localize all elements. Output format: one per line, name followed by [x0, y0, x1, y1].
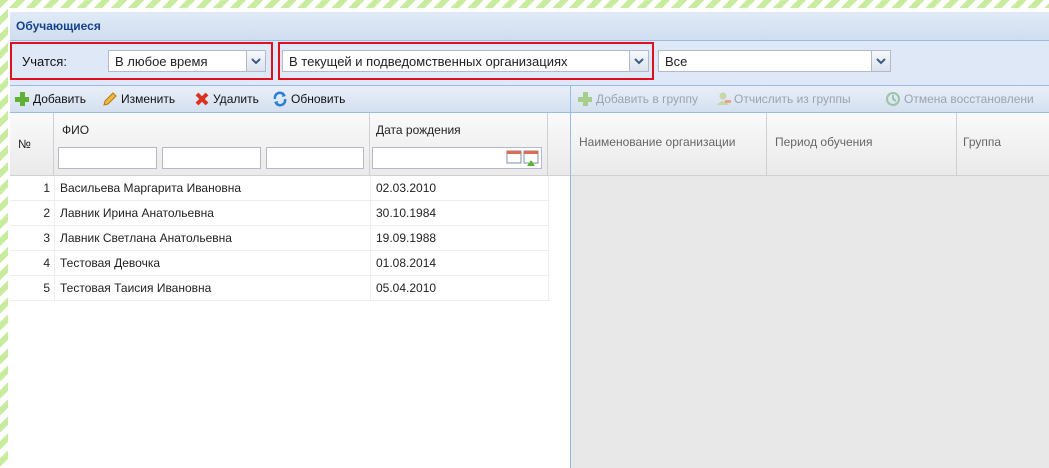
refresh-icon [273, 91, 287, 107]
students-grid-panel: Добавить Изменить Удалить Обновить № ФИО [10, 86, 571, 468]
cancel-restore-button[interactable]: Отмена восстановлени [885, 90, 1034, 108]
row-birthdate: 02.03.2010 [376, 181, 437, 195]
add-button-label: Добавить [33, 92, 87, 106]
row-birthdate: 05.04.2010 [376, 281, 437, 295]
row-fio: Васильева Маргарита Ивановна [60, 181, 242, 195]
add-to-group-label: Добавить в группу [596, 92, 698, 106]
row-fio: Тестовая Таисия Ивановна [60, 281, 212, 295]
cross-icon [195, 92, 209, 106]
row-birthdate: 01.08.2014 [376, 256, 437, 270]
cell-divider [54, 176, 55, 200]
cell-divider [548, 251, 549, 275]
column-birthdate[interactable]: Дата рождения [370, 113, 548, 175]
row-number: 3 [43, 231, 50, 245]
students-toolbar: Добавить Изменить Удалить Обновить [10, 86, 570, 113]
extra-filter-select[interactable]: Все [658, 50, 891, 72]
edit-button[interactable]: Изменить [102, 90, 175, 108]
row-fio: Тестовая Девочка [60, 256, 161, 270]
birthdate-filter-input[interactable] [372, 147, 542, 169]
expel-from-group-button[interactable]: Отчислить из группы [715, 90, 851, 108]
students-grid-header: № ФИО Дата рождения [10, 113, 570, 176]
cell-divider [370, 276, 371, 300]
name-filter-input[interactable] [162, 147, 261, 169]
delete-button-label: Удалить [213, 92, 259, 106]
patronymic-filter-input[interactable] [266, 147, 364, 169]
add-button[interactable]: Добавить [14, 90, 86, 108]
add-to-group-button[interactable]: Добавить в группу [577, 90, 698, 108]
study-time-select[interactable]: В любое время [108, 50, 266, 72]
cell-divider [370, 176, 371, 200]
column-group-label: Группа [963, 135, 1002, 149]
students-panel: Обучающиеся Учатся: В любое время В теку… [10, 12, 1049, 468]
chevron-down-icon[interactable] [871, 51, 890, 71]
organization-scope-select[interactable]: В текущей и подведомственных организация… [282, 50, 649, 72]
restore-icon [886, 92, 900, 106]
study-time-value: В любое время [115, 54, 208, 69]
groups-toolbar: Добавить в группу Отчислить из группы От… [571, 86, 1049, 113]
expel-from-group-label: Отчислить из группы [734, 92, 851, 106]
column-fio[interactable]: ФИО [54, 113, 370, 175]
cell-divider [54, 201, 55, 225]
table-row[interactable]: 4 Тестовая Девочка 01.08.2014 [10, 251, 550, 276]
extra-filter-value: Все [665, 54, 688, 69]
row-number: 1 [43, 181, 50, 195]
column-group[interactable]: Группа [957, 113, 1049, 175]
column-number-label: № [18, 137, 31, 151]
edit-button-label: Изменить [121, 92, 176, 106]
row-number: 2 [43, 206, 50, 220]
cell-divider [548, 276, 549, 300]
table-row[interactable]: 5 Тестовая Таисия Ивановна 05.04.2010 [10, 276, 550, 301]
column-birthdate-label: Дата рождения [376, 123, 461, 137]
column-fio-label: ФИО [62, 123, 90, 137]
row-birthdate: 19.09.1988 [376, 231, 437, 245]
chevron-down-icon[interactable] [246, 51, 265, 71]
cell-divider [370, 226, 371, 250]
row-fio: Лавник Светлана Анатольевна [60, 231, 232, 245]
organization-scope-value: В текущей и подведомственных организация… [289, 54, 568, 69]
calendar-icon[interactable] [505, 148, 541, 168]
column-organization[interactable]: Наименование организации [571, 113, 767, 175]
panel-title-bar: Обучающиеся [10, 12, 1049, 41]
panel-title: Обучающиеся [16, 19, 101, 33]
column-number[interactable]: № [10, 113, 54, 175]
row-fio: Лавник Ирина Анатольевна [60, 206, 214, 220]
filter-bar: Учатся: В любое время В текущей и подвед… [10, 41, 1049, 86]
groups-grid-panel: Добавить в группу Отчислить из группы От… [571, 86, 1049, 468]
table-row[interactable]: 2 Лавник Ирина Анатольевна 30.10.1984 [10, 201, 550, 226]
plus-icon [15, 92, 29, 106]
group-remove-icon [717, 92, 731, 105]
groups-grid-header: Наименование организации Период обучения… [571, 113, 1049, 176]
study-time-label: Учатся: [22, 54, 67, 69]
surname-filter-input[interactable] [58, 147, 157, 169]
cell-divider [548, 201, 549, 225]
decorative-frame-left [0, 0, 8, 468]
column-study-period[interactable]: Период обучения [767, 113, 957, 175]
row-birthdate: 30.10.1984 [376, 206, 437, 220]
row-number: 4 [43, 256, 50, 270]
cell-divider [54, 251, 55, 275]
cell-divider [370, 251, 371, 275]
chevron-down-icon[interactable] [629, 51, 648, 71]
column-organization-label: Наименование организации [579, 135, 736, 149]
cell-divider [548, 226, 549, 250]
cell-divider [54, 226, 55, 250]
column-study-period-label: Период обучения [775, 135, 873, 149]
pencil-icon [103, 92, 117, 106]
delete-button[interactable]: Удалить [194, 90, 259, 108]
table-row[interactable]: 3 Лавник Светлана Анатольевна 19.09.1988 [10, 226, 550, 251]
row-number: 5 [43, 281, 50, 295]
refresh-button-label: Обновить [291, 92, 346, 106]
cell-divider [370, 201, 371, 225]
table-row[interactable]: 1 Васильева Маргарита Ивановна 02.03.2010 [10, 176, 550, 201]
cancel-restore-label: Отмена восстановлени [904, 92, 1034, 106]
plus-icon [578, 92, 592, 106]
decorative-frame-top [0, 0, 1049, 8]
cell-divider [54, 276, 55, 300]
refresh-button[interactable]: Обновить [272, 90, 345, 108]
cell-divider [548, 176, 549, 200]
